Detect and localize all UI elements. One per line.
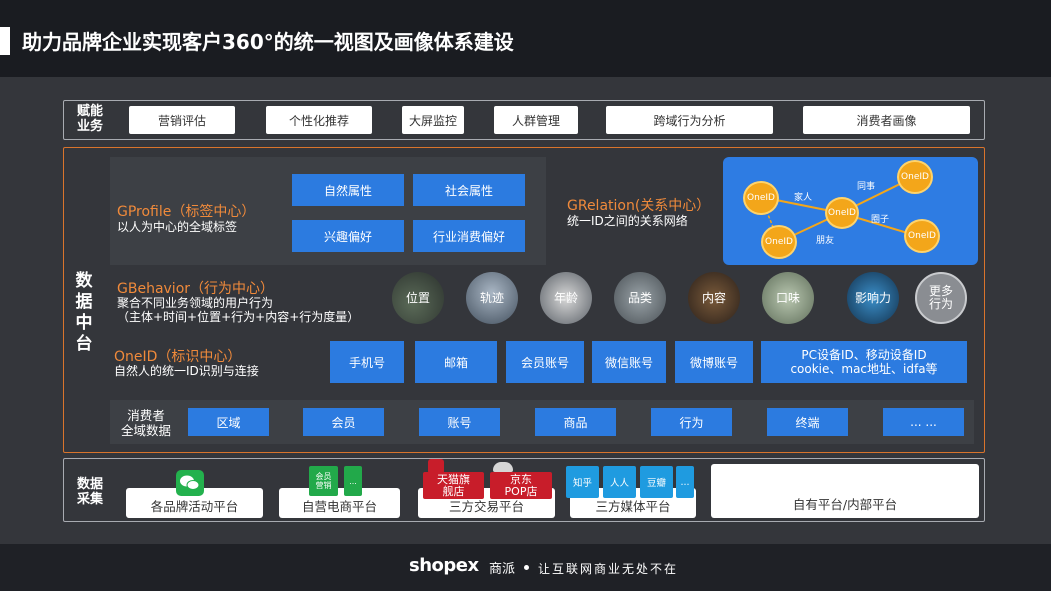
behavior-influence[interactable]: 影响力 <box>847 272 899 324</box>
behavior-content[interactable]: 内容 <box>688 272 740 324</box>
behavior-trajectory[interactable]: 轨迹 <box>466 272 518 324</box>
behavior-age[interactable]: 年龄 <box>540 272 592 324</box>
business-item-audience[interactable]: 人群管理 <box>494 106 578 134</box>
business-item-personalized-rec[interactable]: 个性化推荐 <box>266 106 372 134</box>
middle-label-char: 据 <box>75 292 93 312</box>
grelation-desc: 统一ID之间的关系网络 <box>567 214 688 228</box>
oneid-email[interactable]: 邮箱 <box>415 341 497 383</box>
oneid-member-account[interactable]: 会员账号 <box>506 341 584 383</box>
media-more-icon: ... <box>676 466 694 498</box>
oneid-device-line2: cookie、mac地址、idfa等 <box>790 362 938 376</box>
gprofile-tag-social[interactable]: 社会属性 <box>413 174 525 206</box>
behavior-taste[interactable]: 口味 <box>762 272 814 324</box>
shopex-logo-cn: 商派 <box>489 562 516 577</box>
jd-pop-store-icon: 京东POP店 <box>490 472 552 499</box>
gprofile-desc: 以人为中心的全域标签 <box>117 220 238 234</box>
tmall-cat-icon <box>428 459 444 473</box>
renren-icon: 人人 <box>603 466 636 498</box>
footer-slogan: 让互联网商业无处不在 <box>538 562 679 576</box>
consumer-label-line2: 全域数据 <box>120 423 171 438</box>
relation-node-top-right: OneID <box>897 160 933 194</box>
business-item-persona[interactable]: 消费者画像 <box>803 106 970 134</box>
page-title: 助力品牌企业实现客户360°的统一视图及画像体系建设 <box>22 30 514 54</box>
platform-own-internal[interactable]: 自有平台/内部平台 <box>711 464 979 518</box>
relation-node-right: OneID <box>904 219 940 253</box>
consumer-region[interactable]: 区域 <box>188 408 269 436</box>
collection-label: 数据 采集 <box>72 477 108 507</box>
consumer-more[interactable]: ... ... <box>883 408 964 436</box>
footer-separator-dot <box>524 565 529 570</box>
middle-label-char: 中 <box>75 313 93 333</box>
collection-label-line1: 数据 <box>76 477 103 492</box>
relation-node-bottom-left: OneID <box>761 225 797 259</box>
consumer-account[interactable]: 账号 <box>419 408 500 436</box>
oneid-mobile[interactable]: 手机号 <box>330 341 404 383</box>
middle-label-char: 数 <box>75 271 93 291</box>
consumer-data-label: 消费者 全域数据 <box>115 408 177 438</box>
gprofile-tag-natural[interactable]: 自然属性 <box>292 174 404 206</box>
platform-own-ecommerce[interactable]: 自营电商平台 <box>279 488 400 518</box>
relation-label-friend: 朋友 <box>816 236 835 246</box>
consumer-member[interactable]: 会员 <box>303 408 384 436</box>
business-item-cross-domain[interactable]: 跨域行为分析 <box>606 106 773 134</box>
business-label-line1: 赋能 <box>76 104 103 119</box>
wechat-icon <box>176 470 204 496</box>
business-item-marketing-eval[interactable]: 营销评估 <box>129 106 235 134</box>
zhihu-icon: 知乎 <box>566 466 599 498</box>
wechat-glyph <box>180 475 200 490</box>
consumer-product[interactable]: 商品 <box>535 408 616 436</box>
relation-label-family: 家人 <box>794 193 813 203</box>
consumer-behavior[interactable]: 行为 <box>651 408 732 436</box>
gprofile-tag-industry[interactable]: 行业消费偏好 <box>413 220 525 252</box>
behavior-location[interactable]: 位置 <box>392 272 444 324</box>
title-accent-bar <box>0 27 10 55</box>
relation-network-panel: OneID OneID OneID OneID OneID 家人 同事 圈子 朋… <box>723 157 978 265</box>
data-middle-label: 数 据 中 台 <box>70 271 98 355</box>
jd-dog-icon <box>493 462 513 472</box>
oneid-wechat-account[interactable]: 微信账号 <box>592 341 666 383</box>
relation-label-circle: 圈子 <box>871 215 890 225</box>
consumer-terminal[interactable]: 终端 <box>767 408 848 436</box>
middle-label-char: 台 <box>75 334 93 354</box>
tmall-store-icon: 天猫旗舰店 <box>423 472 484 499</box>
shopex-logo: shopex <box>409 555 479 576</box>
ecom-member-marketing-icon: 会员营销 <box>309 466 338 496</box>
oneid-weibo-account[interactable]: 微博账号 <box>675 341 753 383</box>
douban-icon: 豆瓣 <box>640 466 673 498</box>
business-item-dashboard[interactable]: 大屏监控 <box>402 106 464 134</box>
oneid-desc: 自然人的统一ID识别与连接 <box>114 364 259 378</box>
relation-label-colleague: 同事 <box>857 182 876 192</box>
relation-node-left: OneID <box>743 181 779 215</box>
consumer-label-line1: 消费者 <box>127 408 165 423</box>
behavior-category[interactable]: 品类 <box>614 272 666 324</box>
business-label: 赋能 业务 <box>72 104 108 134</box>
oneid-device-line1: PC设备ID、移动设备ID <box>801 348 927 362</box>
gprofile-tag-interest[interactable]: 兴趣偏好 <box>292 220 404 252</box>
collection-label-line2: 采集 <box>76 492 103 507</box>
business-label-line2: 业务 <box>76 119 103 134</box>
oneid-device-ids[interactable]: PC设备ID、移动设备ID cookie、mac地址、idfa等 <box>761 341 967 383</box>
gbehavior-desc-line2: （主体+时间+位置+行为+内容+行为度量） <box>117 310 360 324</box>
relation-node-center: OneID <box>825 197 859 229</box>
behavior-more[interactable]: 更多行为 <box>915 272 967 324</box>
ecom-more-icon: ... <box>344 466 362 496</box>
